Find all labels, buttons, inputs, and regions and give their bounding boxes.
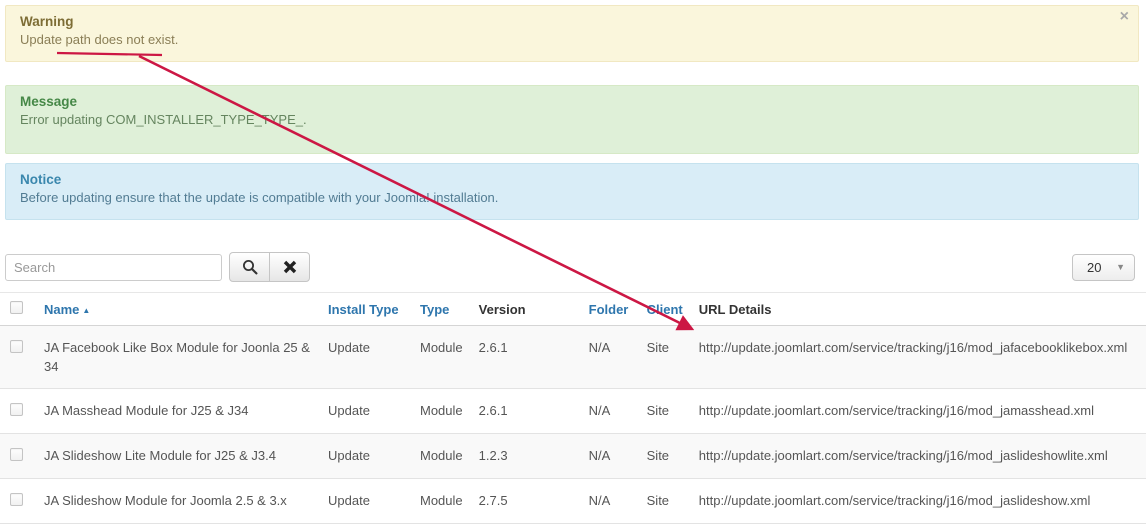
row-checkbox[interactable]: [10, 403, 23, 416]
list-limit-value: 20: [1087, 259, 1102, 275]
cell-url: http://update.joomlart.com/service/track…: [690, 325, 1146, 389]
cell-client: Site: [638, 478, 691, 524]
column-header-version: Version: [470, 292, 581, 326]
clear-icon: [283, 260, 297, 274]
row-checkbox[interactable]: [10, 340, 23, 353]
cell-client: Site: [638, 433, 691, 479]
cell-url: http://update.joomlart.com/service/track…: [690, 433, 1146, 479]
table-header-row: Name ▲ Install Type Type Version Folder C…: [0, 292, 1146, 326]
column-header-type: Type: [412, 292, 471, 326]
cell-type: Module: [412, 433, 471, 479]
cell-type: Module: [412, 388, 471, 434]
cell-url: http://update.joomlart.com/service/track…: [690, 478, 1146, 524]
notice-text: Before updating ensure that the update i…: [20, 190, 499, 205]
sort-by-folder-link[interactable]: Folder: [589, 302, 629, 317]
cell-folder: N/A: [580, 433, 639, 479]
cell-name: JA Masshead Module for J25 & J34: [36, 388, 320, 434]
message-alert: Message Error updating COM_INSTALLER_TYP…: [5, 85, 1139, 154]
message-text: Error updating COM_INSTALLER_TYPE_TYPE_.: [20, 112, 307, 127]
cell-install-type: Update: [320, 388, 412, 434]
cell-client: Site: [638, 388, 691, 434]
column-header-client: Client: [638, 292, 691, 326]
cell-install-type: Update: [320, 433, 412, 479]
table-row: JA Masshead Module for J25 & J34 Update …: [0, 388, 1146, 434]
sort-by-install-type-link[interactable]: Install Type: [328, 302, 399, 317]
filter-toolbar: 20 ▼: [0, 252, 1146, 282]
column-header-name: Name ▲: [36, 292, 320, 326]
cell-name: JA Facebook Like Box Module for Joonla 2…: [36, 325, 320, 389]
table-row: JA Slideshow Lite Module for J25 & J3.4 …: [0, 433, 1146, 479]
warning-heading: Warning: [20, 14, 74, 29]
table-row: JA Slideshow Module for Joomla 2.5 & 3.x…: [0, 478, 1146, 524]
sort-by-type-link[interactable]: Type: [420, 302, 449, 317]
cell-install-type: Update: [320, 478, 412, 524]
warning-alert: × Warning Update path does not exist.: [5, 5, 1139, 62]
cell-version: 2.6.1: [470, 325, 581, 389]
cell-name: JA Slideshow Module for Joomla 2.5 & 3.x: [36, 478, 320, 524]
warning-text: Update path does not exist.: [20, 32, 179, 47]
clear-search-button[interactable]: [269, 252, 310, 282]
notice-alert: Notice Before updating ensure that the u…: [5, 163, 1139, 220]
message-heading: Message: [20, 94, 78, 109]
cell-version: 2.7.5: [470, 478, 581, 524]
close-icon[interactable]: ×: [1120, 9, 1129, 25]
cell-folder: N/A: [580, 478, 639, 524]
cell-version: 1.2.3: [470, 433, 581, 479]
search-input[interactable]: [5, 253, 222, 281]
search-button-group: [229, 252, 310, 282]
list-limit-select[interactable]: 20 ▼: [1072, 253, 1135, 281]
column-header-install-type: Install Type: [320, 292, 412, 326]
cell-folder: N/A: [580, 325, 639, 389]
search-icon: [242, 259, 258, 275]
cell-client: Site: [638, 325, 691, 389]
sort-by-client-link[interactable]: Client: [647, 302, 683, 317]
cell-install-type: Update: [320, 325, 412, 389]
table-row: JA Facebook Like Box Module for Joonla 2…: [0, 325, 1146, 389]
cell-type: Module: [412, 478, 471, 524]
cell-version: 2.6.1: [470, 388, 581, 434]
row-checkbox[interactable]: [10, 448, 23, 461]
updates-table: Name ▲ Install Type Type Version Folder C…: [0, 292, 1146, 524]
search-button[interactable]: [229, 252, 270, 282]
cell-url: http://update.joomlart.com/service/track…: [690, 388, 1146, 434]
column-header-url-details: URL Details: [690, 292, 1146, 326]
cell-name: JA Slideshow Lite Module for J25 & J3.4: [36, 433, 320, 479]
notice-heading: Notice: [20, 172, 62, 187]
sort-ascending-icon: ▲: [82, 305, 91, 315]
column-header-folder: Folder: [580, 292, 639, 326]
cell-folder: N/A: [580, 388, 639, 434]
update-path-link[interactable]: path does not exist: [66, 32, 175, 47]
chevron-down-icon: ▼: [1116, 262, 1125, 272]
sort-by-name-link[interactable]: Name: [44, 302, 79, 317]
select-all-checkbox[interactable]: [10, 301, 23, 314]
cell-type: Module: [412, 325, 471, 389]
